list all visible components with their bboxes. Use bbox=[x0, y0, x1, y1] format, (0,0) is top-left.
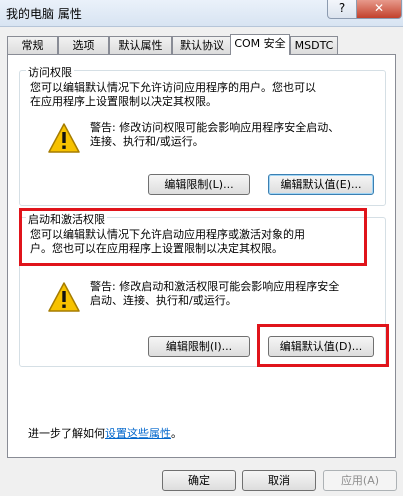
launch-desc-line2: 户。您也可以在应用程序上设置限制以决定其权限。 bbox=[30, 242, 283, 255]
tab-default-properties[interactable]: 默认属性 bbox=[109, 36, 172, 54]
tab-default-protocols[interactable]: 默认协议 bbox=[172, 36, 232, 54]
tab-general[interactable]: 常规 bbox=[7, 36, 58, 54]
edit-launch-default-button[interactable]: 编辑默认值(D)... bbox=[268, 336, 374, 357]
warning-icon bbox=[48, 282, 80, 312]
edit-launch-limits-button[interactable]: 编辑限制(I)... bbox=[148, 336, 250, 357]
launch-activation-title: 启动和激活权限 bbox=[26, 211, 107, 227]
access-desc-line1: 您可以编辑默认情况下允许访问应用程序的用户。您也可以 bbox=[30, 81, 316, 94]
warning-icon bbox=[48, 123, 80, 153]
tab-msdtc[interactable]: MSDTC bbox=[290, 36, 338, 54]
tab-options[interactable]: 选项 bbox=[58, 36, 109, 54]
cancel-button[interactable]: 取消 bbox=[242, 470, 316, 491]
access-warning-line1: 警告: 修改访问权限可能会影响应用程序安全启动、 bbox=[90, 121, 340, 134]
launch-warning: 警告: 修改启动和激活权限可能会影响应用程序安全 启动、连接、执行和/或运行。 bbox=[90, 280, 339, 308]
title-bar: 我的电脑 属性 ? ✕ bbox=[0, 0, 403, 27]
access-permissions-title: 访问权限 bbox=[26, 64, 74, 80]
access-description: 您可以编辑默认情况下允许访问应用程序的用户。您也可以 在应用程序上设置限制以决定… bbox=[30, 81, 316, 109]
access-warning: 警告: 修改访问权限可能会影响应用程序安全启动、 连接、执行和/或运行。 bbox=[90, 121, 339, 149]
launch-activation-group: 启动和激活权限 您可以编辑默认情况下允许启动应用程序或激活对象的用 户。您也可以… bbox=[19, 211, 386, 367]
access-permissions-group: 访问权限 您可以编辑默认情况下允许访问应用程序的用户。您也可以 在应用程序上设置… bbox=[19, 64, 386, 206]
help-button[interactable]: ? bbox=[327, 0, 357, 19]
learn-more-suffix: 。 bbox=[171, 427, 182, 440]
launch-desc-line1: 您可以编辑默认情况下允许启动应用程序或激活对象的用 bbox=[30, 228, 305, 241]
edit-access-default-button[interactable]: 编辑默认值(E)... bbox=[268, 174, 374, 195]
edit-access-limits-button[interactable]: 编辑限制(L)... bbox=[148, 174, 250, 195]
learn-more: 进一步了解如何设置这些属性。 bbox=[28, 425, 182, 441]
launch-warning-line1: 警告: 修改启动和激活权限可能会影响应用程序安全 bbox=[90, 280, 340, 293]
access-warning-line2: 连接、执行和/或运行。 bbox=[90, 135, 204, 148]
launch-description: 您可以编辑默认情况下允许启动应用程序或激活对象的用 户。您也可以在应用程序上设置… bbox=[30, 228, 305, 256]
access-desc-line2: 在应用程序上设置限制以决定其权限。 bbox=[30, 95, 217, 108]
tab-com-security[interactable]: COM 安全 bbox=[230, 34, 290, 55]
learn-more-link[interactable]: 设置这些属性 bbox=[105, 427, 171, 440]
launch-warning-line2: 启动、连接、执行和/或运行。 bbox=[90, 294, 237, 307]
apply-button[interactable]: 应用(A) bbox=[323, 470, 397, 491]
ok-button[interactable]: 确定 bbox=[162, 470, 236, 491]
close-button[interactable]: ✕ bbox=[356, 0, 402, 19]
com-security-panel: 访问权限 您可以编辑默认情况下允许访问应用程序的用户。您也可以 在应用程序上设置… bbox=[7, 54, 396, 458]
window-title: 我的电脑 属性 bbox=[6, 7, 82, 21]
learn-more-prefix: 进一步了解如何 bbox=[28, 427, 105, 440]
